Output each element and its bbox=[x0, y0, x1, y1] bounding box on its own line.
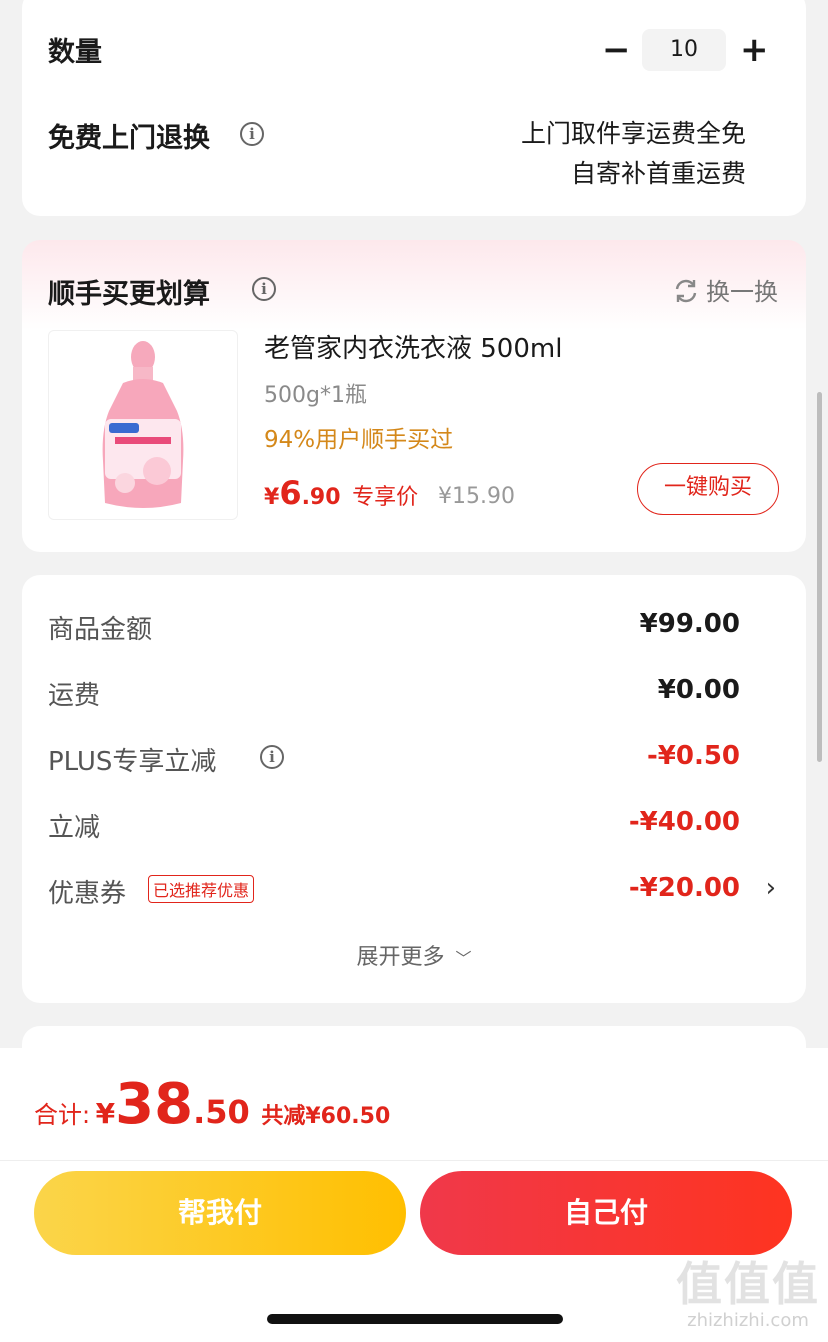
watermark: 值值值 zhizhizhi.com bbox=[676, 1258, 820, 1331]
summary-value-coupon: -¥20.00 bbox=[628, 873, 740, 903]
watermark-logo: 值值值 bbox=[676, 1257, 820, 1311]
help-pay-button[interactable]: 帮我付 bbox=[34, 1171, 406, 1255]
addon-title: 顺手买更划算 bbox=[48, 279, 210, 310]
info-icon[interactable]: i bbox=[240, 122, 264, 146]
one-click-buy-button[interactable]: 一键购买 bbox=[637, 463, 779, 515]
quantity-label: 数量 bbox=[48, 37, 102, 68]
chevron-right-icon: › bbox=[765, 873, 776, 903]
checkout-footer: 合计: ¥38.50 共减¥60.50 帮我付 自己付 值值值 zhizhizh… bbox=[0, 1048, 828, 1342]
coupon-tag: 已选推荐优惠 bbox=[148, 875, 255, 903]
return-service-line1: 上门取件享运费全免 bbox=[520, 119, 746, 148]
summary-value-discount: -¥40.00 bbox=[628, 807, 740, 837]
expand-more-button[interactable]: 展开更多 ﹀ bbox=[22, 939, 806, 971]
watermark-url: zhizhizhi.com bbox=[687, 1310, 809, 1331]
quantity-plus-button[interactable]: + bbox=[740, 30, 769, 70]
summary-label-shipping: 运费 bbox=[48, 681, 101, 711]
chevron-down-icon: ﹀ bbox=[455, 949, 472, 968]
quantity-input[interactable]: 10 bbox=[642, 29, 726, 71]
price-decimal: .90 bbox=[301, 485, 341, 510]
summary-value-plus: -¥0.50 bbox=[646, 741, 740, 771]
product-image[interactable] bbox=[48, 330, 238, 520]
original-price: ¥15.90 bbox=[438, 484, 515, 509]
refresh-label: 换一换 bbox=[706, 278, 778, 306]
summary-label-plus: PLUS专享立减 bbox=[48, 747, 217, 777]
price-symbol: ¥ bbox=[264, 485, 280, 510]
summary-label-goods: 商品金额 bbox=[48, 615, 153, 645]
total-integer: 38 bbox=[115, 1072, 194, 1137]
total-amount: 合计: ¥38.50 共减¥60.50 bbox=[34, 1072, 390, 1137]
product-popularity: 94%用户顺手买过 bbox=[264, 427, 454, 453]
price-integer: 6 bbox=[279, 474, 302, 512]
addon-card: 顺手买更划算 i 换一换 老管家内衣洗衣液 500ml 500g*1瓶 94%用… bbox=[22, 240, 806, 552]
product-spec: 500g*1瓶 bbox=[264, 383, 367, 408]
home-indicator bbox=[267, 1314, 563, 1324]
total-label: 合计: bbox=[34, 1101, 91, 1129]
quantity-minus-button[interactable]: − bbox=[602, 30, 631, 70]
return-service-label: 免费上门退换 bbox=[48, 123, 210, 154]
expand-more-label: 展开更多 bbox=[356, 945, 445, 970]
price-summary-card: 商品金额 ¥99.00 运费 ¥0.00 PLUS专享立减 i -¥0.50 立… bbox=[22, 575, 806, 1003]
summary-value-shipping: ¥0.00 bbox=[657, 675, 740, 705]
summary-value-goods: ¥99.00 bbox=[639, 609, 740, 639]
info-icon[interactable]: i bbox=[260, 745, 284, 769]
product-name[interactable]: 老管家内衣洗衣液 500ml bbox=[264, 328, 562, 365]
summary-label-coupon: 优惠券 bbox=[48, 879, 127, 909]
scrollbar[interactable] bbox=[817, 392, 822, 762]
info-icon[interactable]: i bbox=[252, 277, 276, 301]
refresh-button[interactable]: 换一换 bbox=[672, 272, 778, 307]
divider bbox=[0, 1160, 828, 1161]
price-tag: 专享价 bbox=[352, 485, 419, 510]
order-options-card: 数量 − 10 + 免费上门退换 i 上门取件享运费全免 自寄补首重运费 bbox=[22, 0, 806, 216]
return-service-line2: 自寄补首重运费 bbox=[570, 159, 746, 188]
detergent-bottle-icon bbox=[102, 341, 184, 508]
total-decimal: .50 bbox=[193, 1093, 250, 1131]
total-symbol: ¥ bbox=[95, 1097, 116, 1130]
summary-label-discount: 立减 bbox=[48, 813, 101, 843]
self-pay-button[interactable]: 自己付 bbox=[420, 1171, 792, 1255]
total-saved: 共减¥60.50 bbox=[261, 1104, 391, 1129]
product-price: ¥6.90 专享价 bbox=[264, 474, 418, 512]
refresh-icon bbox=[675, 279, 697, 303]
